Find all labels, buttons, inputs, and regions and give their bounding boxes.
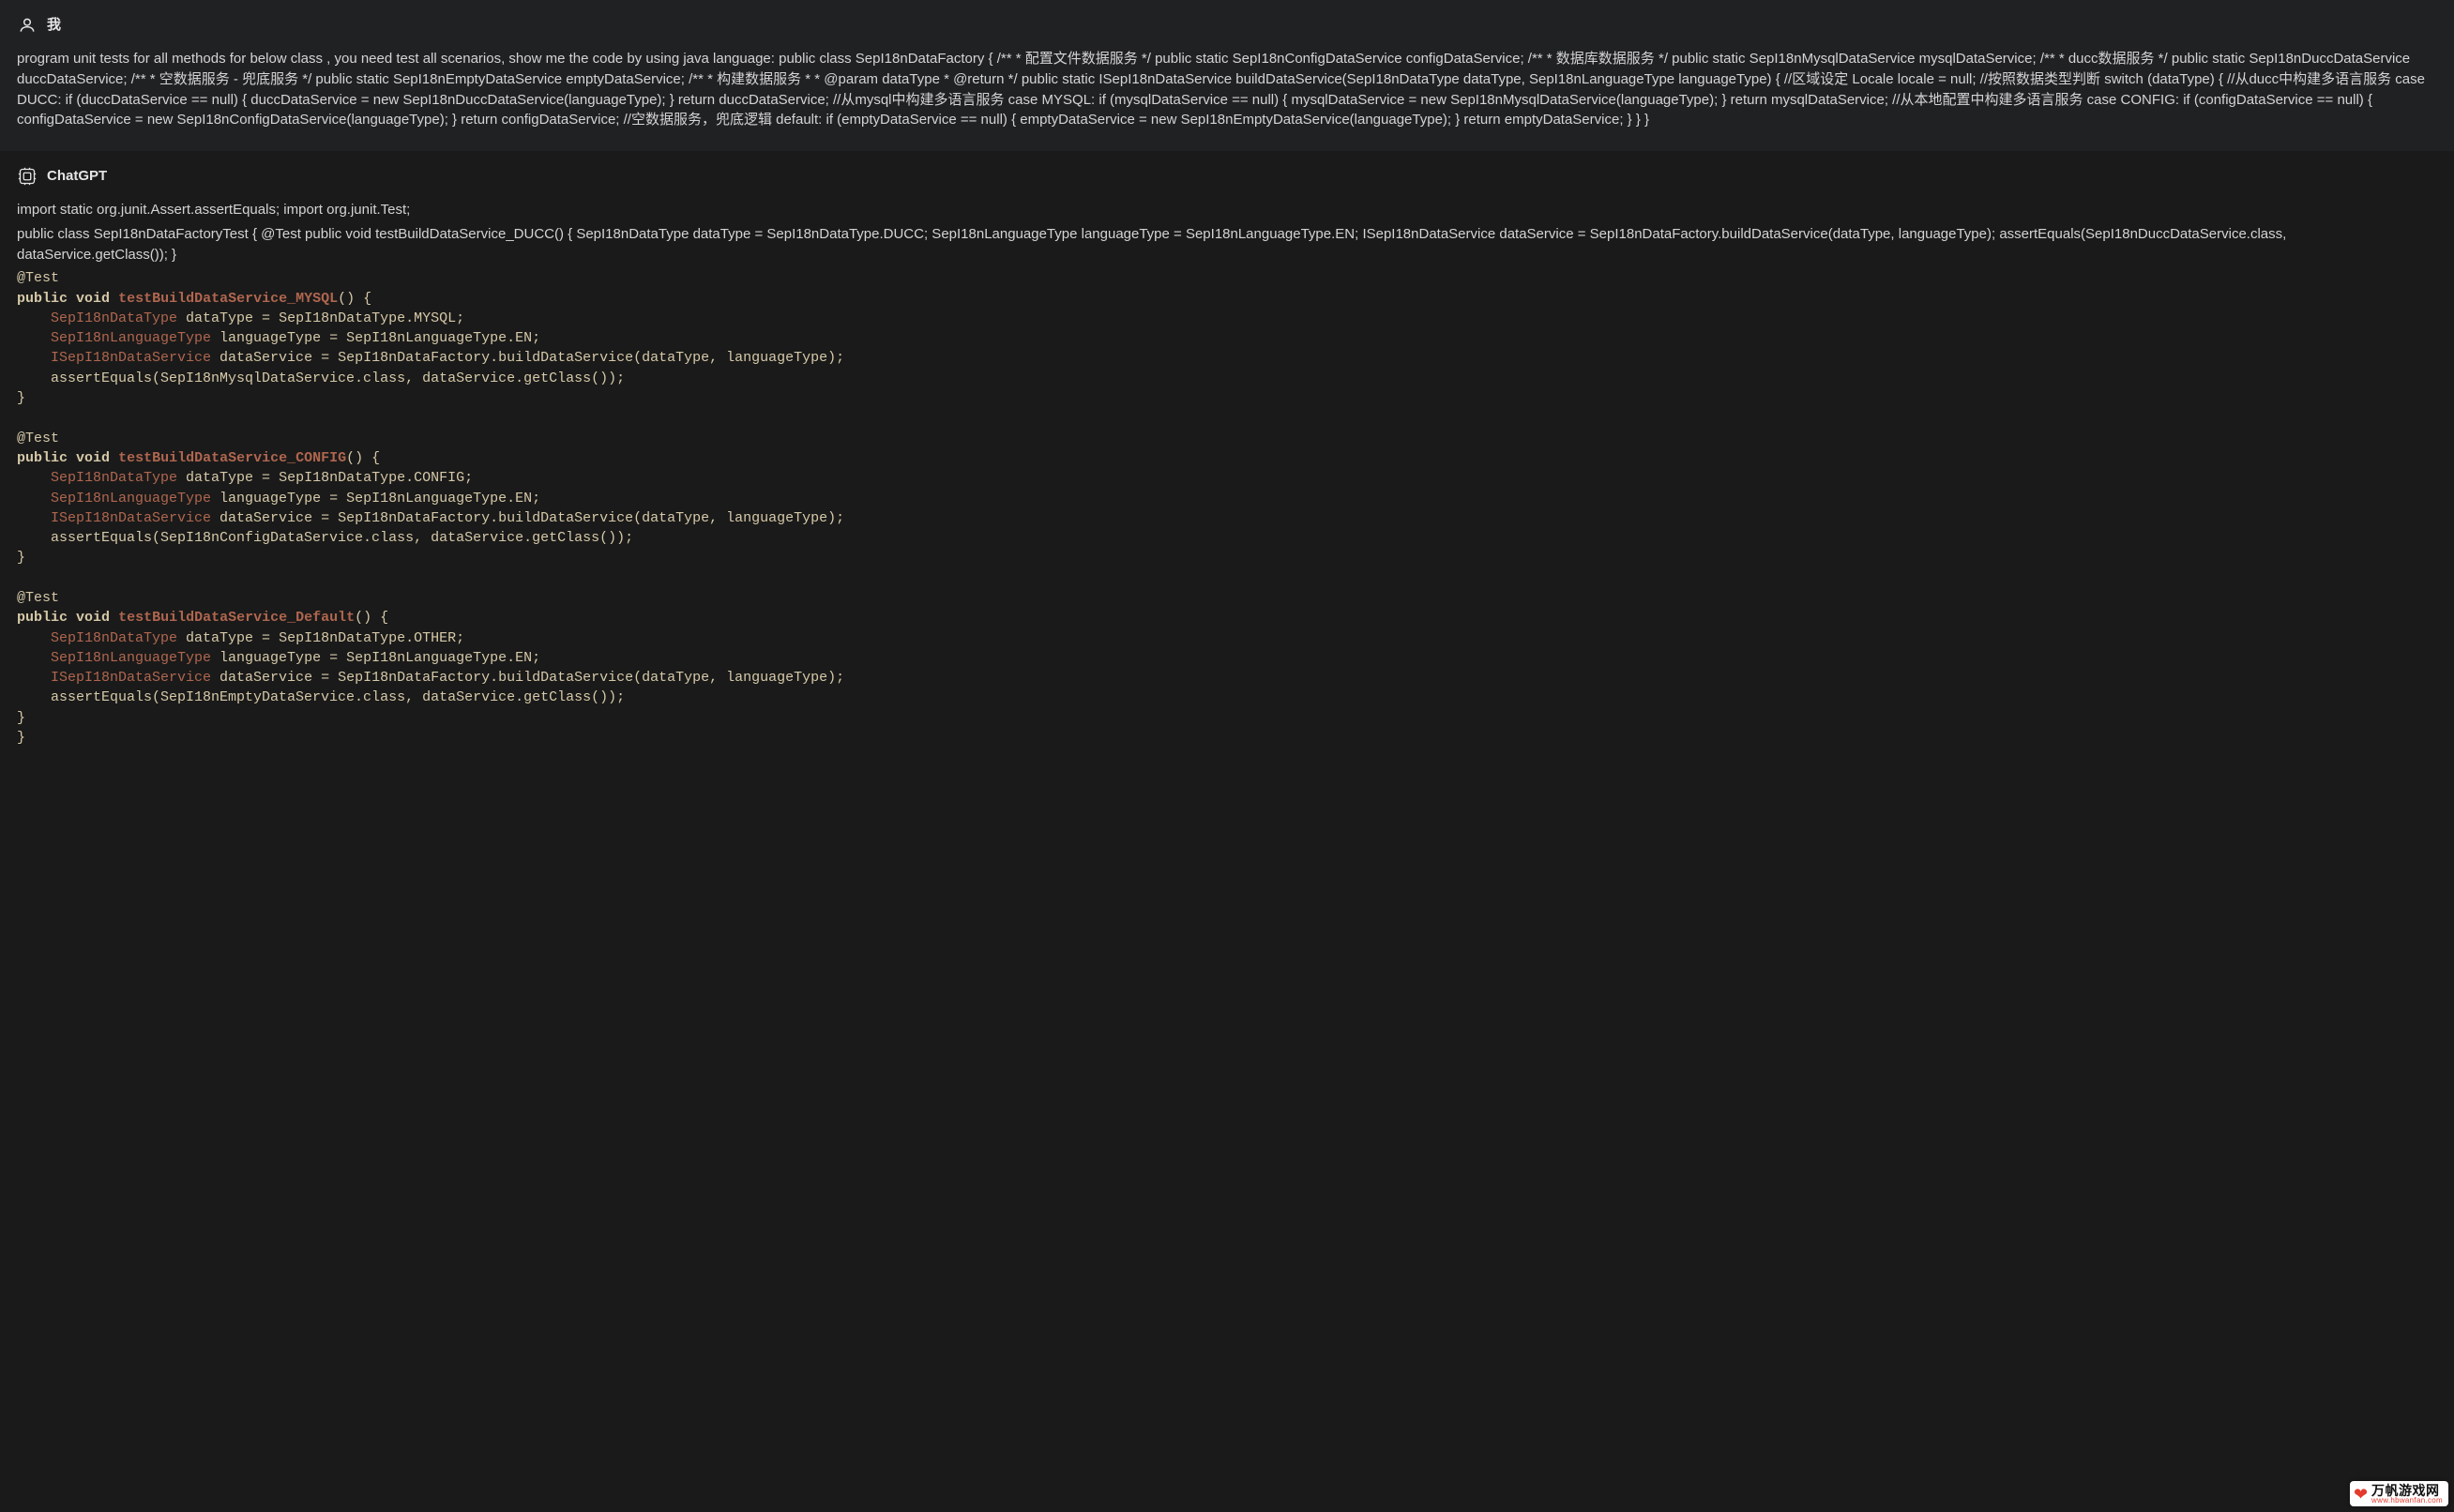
- user-message-header: 我: [17, 15, 2437, 36]
- watermark-url: www.hbwanfan.com: [2371, 1497, 2443, 1504]
- assistant-message-block: ChatGPT import static org.junit.Assert.a…: [0, 151, 2454, 768]
- assistant-code-block: @Test public void testBuildDataService_M…: [17, 268, 2437, 748]
- assistant-name-label: ChatGPT: [47, 166, 107, 187]
- site-watermark: ❤ 万帆游戏网 www.hbwanfan.com: [2350, 1481, 2448, 1506]
- watermark-title: 万帆游戏网: [2371, 1484, 2443, 1497]
- user-message-block: 我 program unit tests for all methods for…: [0, 0, 2454, 151]
- assistant-message-header: ChatGPT: [17, 166, 2437, 187]
- chatgpt-icon: [17, 166, 38, 187]
- user-name-label: 我: [47, 15, 61, 36]
- user-avatar-icon: [17, 15, 38, 36]
- assistant-intro-line1: import static org.junit.Assert.assertEqu…: [17, 200, 2437, 220]
- heart-icon: ❤: [2354, 1486, 2368, 1503]
- chat-page: 我 program unit tests for all methods for…: [0, 0, 2454, 768]
- user-message-text: program unit tests for all methods for b…: [17, 49, 2437, 130]
- watermark-text: 万帆游戏网 www.hbwanfan.com: [2371, 1484, 2443, 1504]
- assistant-intro-line2: public class SepI18nDataFactoryTest { @T…: [17, 224, 2437, 265]
